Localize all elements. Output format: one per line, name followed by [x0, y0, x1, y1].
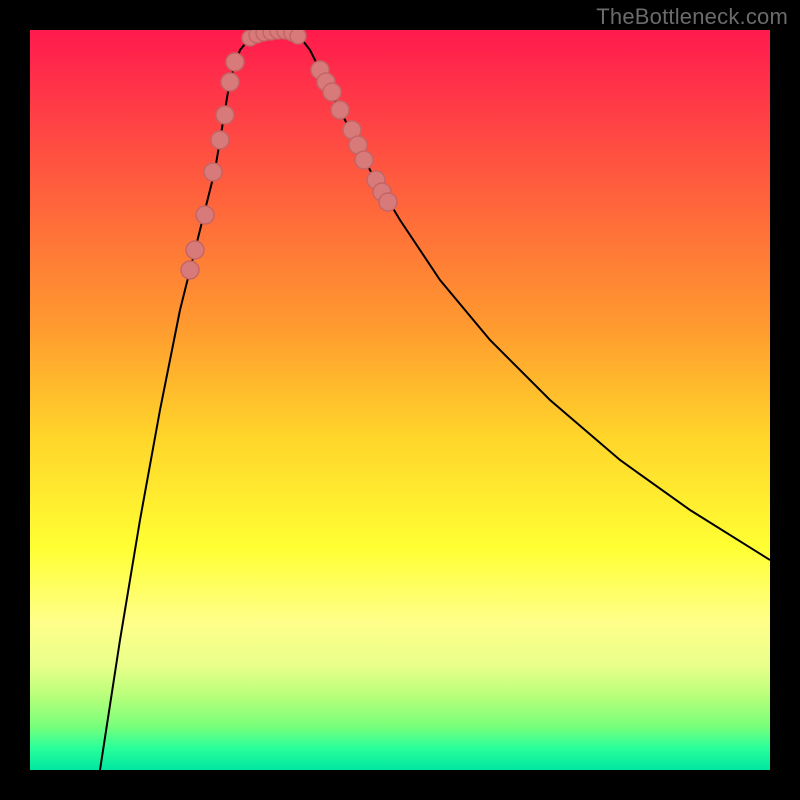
- curve-right-branch: [300, 37, 770, 560]
- dots-right-branch: [311, 61, 397, 211]
- watermark-text: TheBottleneck.com: [596, 4, 788, 30]
- dots-valley-floor: [242, 30, 306, 46]
- data-dot: [226, 53, 244, 71]
- data-dot: [216, 106, 234, 124]
- data-dot: [221, 73, 239, 91]
- data-dot: [355, 151, 373, 169]
- data-dot: [196, 206, 214, 224]
- data-dot: [290, 30, 306, 44]
- curve-left-branch: [100, 38, 250, 770]
- chart-frame: TheBottleneck.com: [0, 0, 800, 800]
- data-dot: [186, 241, 204, 259]
- data-dot: [331, 101, 349, 119]
- data-dot: [211, 131, 229, 149]
- data-dot: [181, 261, 199, 279]
- data-dot: [323, 83, 341, 101]
- plot-area: [30, 30, 770, 770]
- data-dot: [379, 193, 397, 211]
- dots-left-branch: [181, 53, 244, 279]
- data-dot: [204, 163, 222, 181]
- curve-svg: [30, 30, 770, 770]
